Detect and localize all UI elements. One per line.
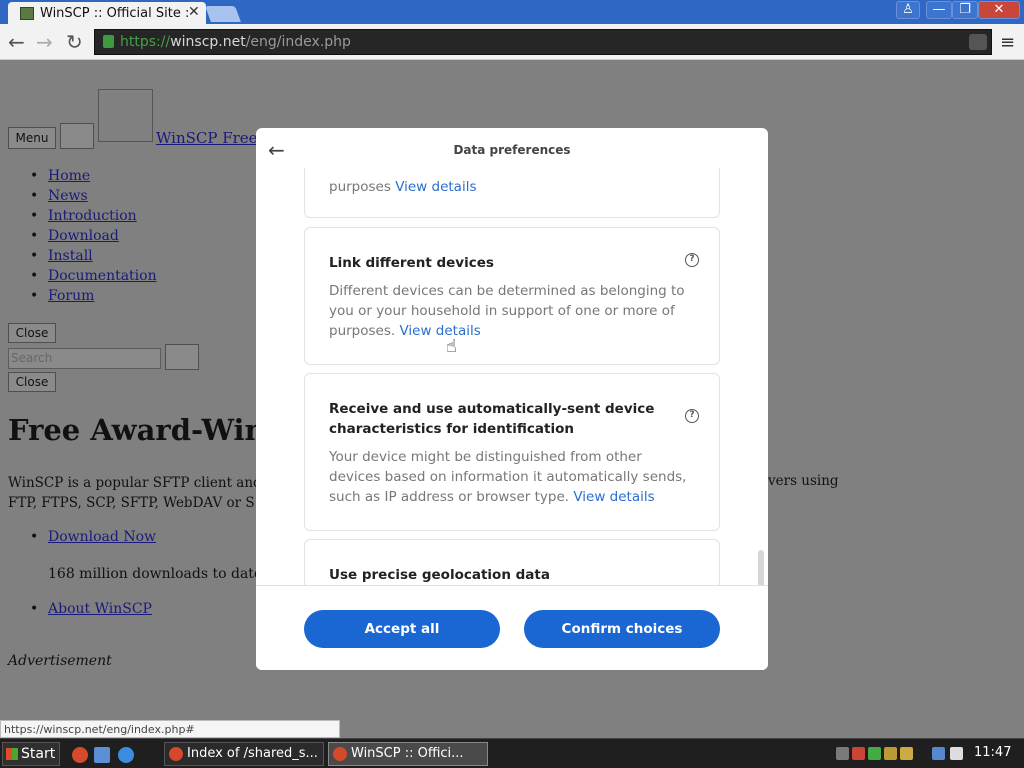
nav-item[interactable]: Download: [30, 226, 157, 246]
purpose-card-geolocation: Use precise geolocation data: [304, 539, 720, 585]
purpose-card-link-devices: Link different devices ? Different devic…: [304, 227, 720, 365]
nav-item[interactable]: Documentation: [30, 266, 157, 286]
close-window-button[interactable]: ✕: [978, 1, 1020, 19]
chrome-icon: [333, 747, 347, 761]
search-input[interactable]: Search: [8, 348, 161, 369]
browser-toolbar: ← → ↻ https://winscp.net/eng/index.php ≡: [0, 24, 1024, 60]
nav-item[interactable]: Home: [30, 166, 157, 186]
purpose-title: Receive and use automatically-sent devic…: [329, 401, 655, 437]
lock-icon: [103, 35, 114, 48]
browser-titlebar: WinSCP :: Official Site :: ✕ ♙ — ❐ ✕: [0, 0, 1024, 24]
new-tab-button[interactable]: [205, 6, 241, 22]
tray-icon[interactable]: [900, 747, 913, 760]
restore-button[interactable]: ❐: [952, 1, 978, 19]
view-details-link[interactable]: View details: [395, 179, 476, 195]
nav-item[interactable]: Forum: [30, 286, 157, 306]
download-now-link[interactable]: Download Now: [30, 529, 156, 545]
view-details-link[interactable]: View details: [399, 323, 480, 339]
purpose-title: Use precise geolocation data: [329, 567, 550, 583]
purposes-list[interactable]: purposes View details Link different dev…: [256, 168, 768, 585]
tab-close-icon[interactable]: ✕: [188, 4, 200, 20]
reload-icon[interactable]: ↻: [66, 30, 83, 54]
purpose-card-device-characteristics: Receive and use automatically-sent devic…: [304, 373, 720, 531]
minimize-button[interactable]: —: [926, 1, 952, 19]
about-winscp-link[interactable]: About WinSCP: [30, 601, 152, 617]
chrome-quicklaunch-icon[interactable]: [72, 747, 88, 763]
intro-paragraph: WinSCP is a popular SFTP client and FT F…: [8, 475, 285, 511]
status-url-bubble: https://winscp.net/eng/index.php#: [0, 720, 340, 738]
desktop-quicklaunch-icon[interactable]: [94, 747, 110, 763]
close-menu-button[interactable]: Close: [8, 323, 56, 343]
taskbar-item[interactable]: Index of /shared_s...: [164, 742, 324, 766]
security-icon[interactable]: [852, 747, 865, 760]
tray-icon[interactable]: [836, 747, 849, 760]
back-arrow-icon[interactable]: ←: [8, 30, 25, 54]
page-heading: Free Award-Winn: [8, 413, 287, 447]
advertisement-label: Advertisement: [8, 653, 112, 669]
chrome-icon: [169, 747, 183, 761]
close-search-button[interactable]: Close: [8, 372, 56, 392]
intro-paragraph-tail: vers using: [768, 473, 839, 489]
accept-all-button[interactable]: Accept all: [304, 610, 500, 648]
site-logo: [98, 89, 153, 142]
purpose-title: Link different devices: [329, 255, 494, 271]
tab-title: WinSCP :: Official Site ::: [40, 6, 188, 21]
data-preferences-dialog: ← Data preferences purposes View details…: [256, 128, 768, 670]
forward-arrow-icon[interactable]: →: [36, 30, 53, 54]
dialog-title: Data preferences: [453, 143, 571, 157]
menu-button[interactable]: Menu: [8, 127, 56, 149]
nav-item[interactable]: News: [30, 186, 157, 206]
address-bar[interactable]: https://winscp.net/eng/index.php: [94, 29, 992, 55]
clock[interactable]: 11:47: [974, 745, 1011, 760]
nav-item[interactable]: Introduction: [30, 206, 157, 226]
scrollbar-thumb[interactable]: [758, 550, 764, 585]
downloads-count: 168 million downloads to date: [48, 566, 263, 582]
search-submit-button[interactable]: [165, 344, 199, 370]
extension-icon[interactable]: [969, 34, 987, 50]
view-details-link[interactable]: View details: [573, 489, 654, 505]
confirm-choices-button[interactable]: Confirm choices: [524, 610, 720, 648]
winscp-favicon-icon: [20, 7, 34, 20]
browser-menu-icon[interactable]: ≡: [1000, 32, 1015, 53]
system-tray: 11:47: [828, 742, 1024, 766]
purpose-card: purposes View details: [304, 168, 720, 218]
nav-item[interactable]: Install: [30, 246, 157, 266]
url-text: https://winscp.net/eng/index.php: [120, 34, 351, 50]
purpose-description: Different devices can be determined as b…: [329, 283, 685, 339]
browser-tab[interactable]: WinSCP :: Official Site :: ✕: [8, 2, 206, 24]
purpose-description: purposes View details: [329, 179, 477, 195]
tray-icon[interactable]: [884, 747, 897, 760]
purpose-description: Your device might be distinguished from …: [329, 449, 687, 505]
search-toggle-button[interactable]: [60, 123, 94, 149]
start-button[interactable]: Start: [2, 742, 60, 766]
user-icon[interactable]: ♙: [896, 1, 920, 19]
hand-cursor-icon: ☝: [446, 336, 457, 357]
volume-icon[interactable]: [950, 747, 963, 760]
help-icon[interactable]: ?: [685, 409, 699, 423]
tray-icon[interactable]: [868, 747, 881, 760]
ie-quicklaunch-icon[interactable]: [118, 747, 134, 763]
windows-logo-icon: [6, 748, 18, 760]
site-nav: Home News Introduction Download Install …: [30, 166, 157, 306]
dialog-footer: Accept all Confirm choices: [256, 585, 768, 670]
network-icon[interactable]: [932, 747, 945, 760]
help-icon[interactable]: ?: [685, 253, 699, 267]
taskbar-item-active[interactable]: WinSCP :: Offici...: [328, 742, 488, 766]
taskbar: Start Index of /shared_s... WinSCP :: Of…: [0, 738, 1024, 768]
